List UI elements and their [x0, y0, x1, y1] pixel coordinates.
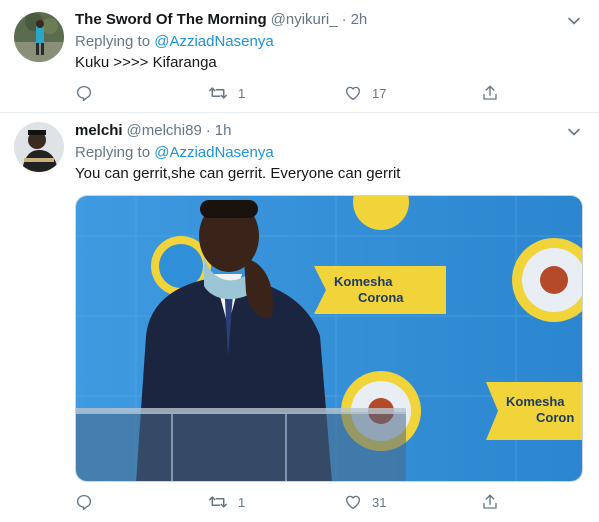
like-count: 17 — [372, 85, 387, 101]
share-button[interactable] — [481, 493, 499, 511]
tweet[interactable]: melchi @melchi89 · 1h Replying to @Azzia… — [0, 113, 599, 522]
retweet-button[interactable]: 1 — [208, 493, 245, 511]
komesha-banner: Komesha Coron — [486, 382, 582, 440]
like-button[interactable]: 17 — [344, 84, 386, 102]
share-icon — [483, 494, 497, 509]
retweet-icon — [209, 496, 227, 508]
tweet-text: Kuku >>>> Kifaranga — [75, 54, 217, 71]
separator-dot: · — [341, 11, 347, 28]
replying-label: Replying to — [75, 33, 151, 50]
replying-label: Replying to — [75, 144, 151, 161]
tweet-actions: 1 31 — [75, 491, 497, 513]
tweet[interactable]: The Sword Of The Morning @nyikuri_ · 2h … — [0, 0, 599, 113]
retweet-icon — [209, 87, 227, 99]
press-conference-photo: Komesha Corona Komesha Coron — [76, 196, 582, 481]
user-handle[interactable]: @nyikuri_ — [271, 10, 338, 30]
display-name[interactable]: melchi — [75, 121, 123, 141]
heart-icon — [345, 86, 361, 101]
timestamp[interactable]: 2h — [351, 10, 368, 30]
banner-text: Komesha — [506, 394, 565, 409]
retweet-count: 1 — [238, 85, 246, 101]
chevron-down-icon[interactable] — [565, 12, 583, 30]
banner-text: Komesha — [334, 274, 393, 289]
mention-link[interactable]: @AzziadNasenya — [154, 144, 273, 161]
banner-text: Corona — [358, 290, 404, 305]
replying-to: Replying to @AzziadNasenya — [75, 32, 583, 52]
user-handle[interactable]: @melchi89 — [127, 121, 202, 141]
tweet-actions: 1 17 — [75, 82, 497, 104]
retweet-count: 1 — [238, 494, 246, 510]
komesha-banner: Komesha Corona — [314, 266, 446, 314]
avatar[interactable] — [14, 122, 64, 172]
reply-button[interactable] — [75, 84, 93, 102]
tweet-photo[interactable]: Komesha Corona Komesha Coron — [75, 195, 583, 482]
timestamp[interactable]: 1h — [215, 121, 232, 141]
share-button[interactable] — [481, 84, 499, 102]
like-button[interactable]: 31 — [344, 493, 386, 511]
reply-icon — [76, 85, 92, 102]
share-icon — [483, 85, 497, 100]
tweet-header: melchi @melchi89 · 1h — [75, 121, 583, 141]
like-count: 31 — [372, 494, 387, 510]
tweet-text: You can gerrit,she can gerrit. Everyone … — [75, 165, 401, 182]
separator-dot: · — [205, 122, 211, 139]
retweet-button[interactable]: 1 — [208, 84, 245, 102]
tweet-header: The Sword Of The Morning @nyikuri_ · 2h — [75, 10, 583, 30]
reply-icon — [76, 494, 92, 511]
timeline-feed: The Sword Of The Morning @nyikuri_ · 2h … — [0, 0, 599, 522]
tweet-content: The Sword Of The Morning @nyikuri_ · 2h … — [75, 10, 583, 73]
heart-icon — [345, 495, 361, 510]
display-name[interactable]: The Sword Of The Morning — [75, 10, 267, 30]
glass-podium — [76, 408, 406, 481]
tweet-content: melchi @melchi89 · 1h Replying to @Azzia… — [75, 121, 583, 184]
chevron-down-icon[interactable] — [565, 123, 583, 141]
banner-text: Coron — [536, 410, 574, 425]
reply-button[interactable] — [75, 493, 93, 511]
mention-link[interactable]: @AzziadNasenya — [154, 33, 273, 50]
replying-to: Replying to @AzziadNasenya — [75, 143, 583, 163]
avatar[interactable] — [14, 12, 64, 62]
